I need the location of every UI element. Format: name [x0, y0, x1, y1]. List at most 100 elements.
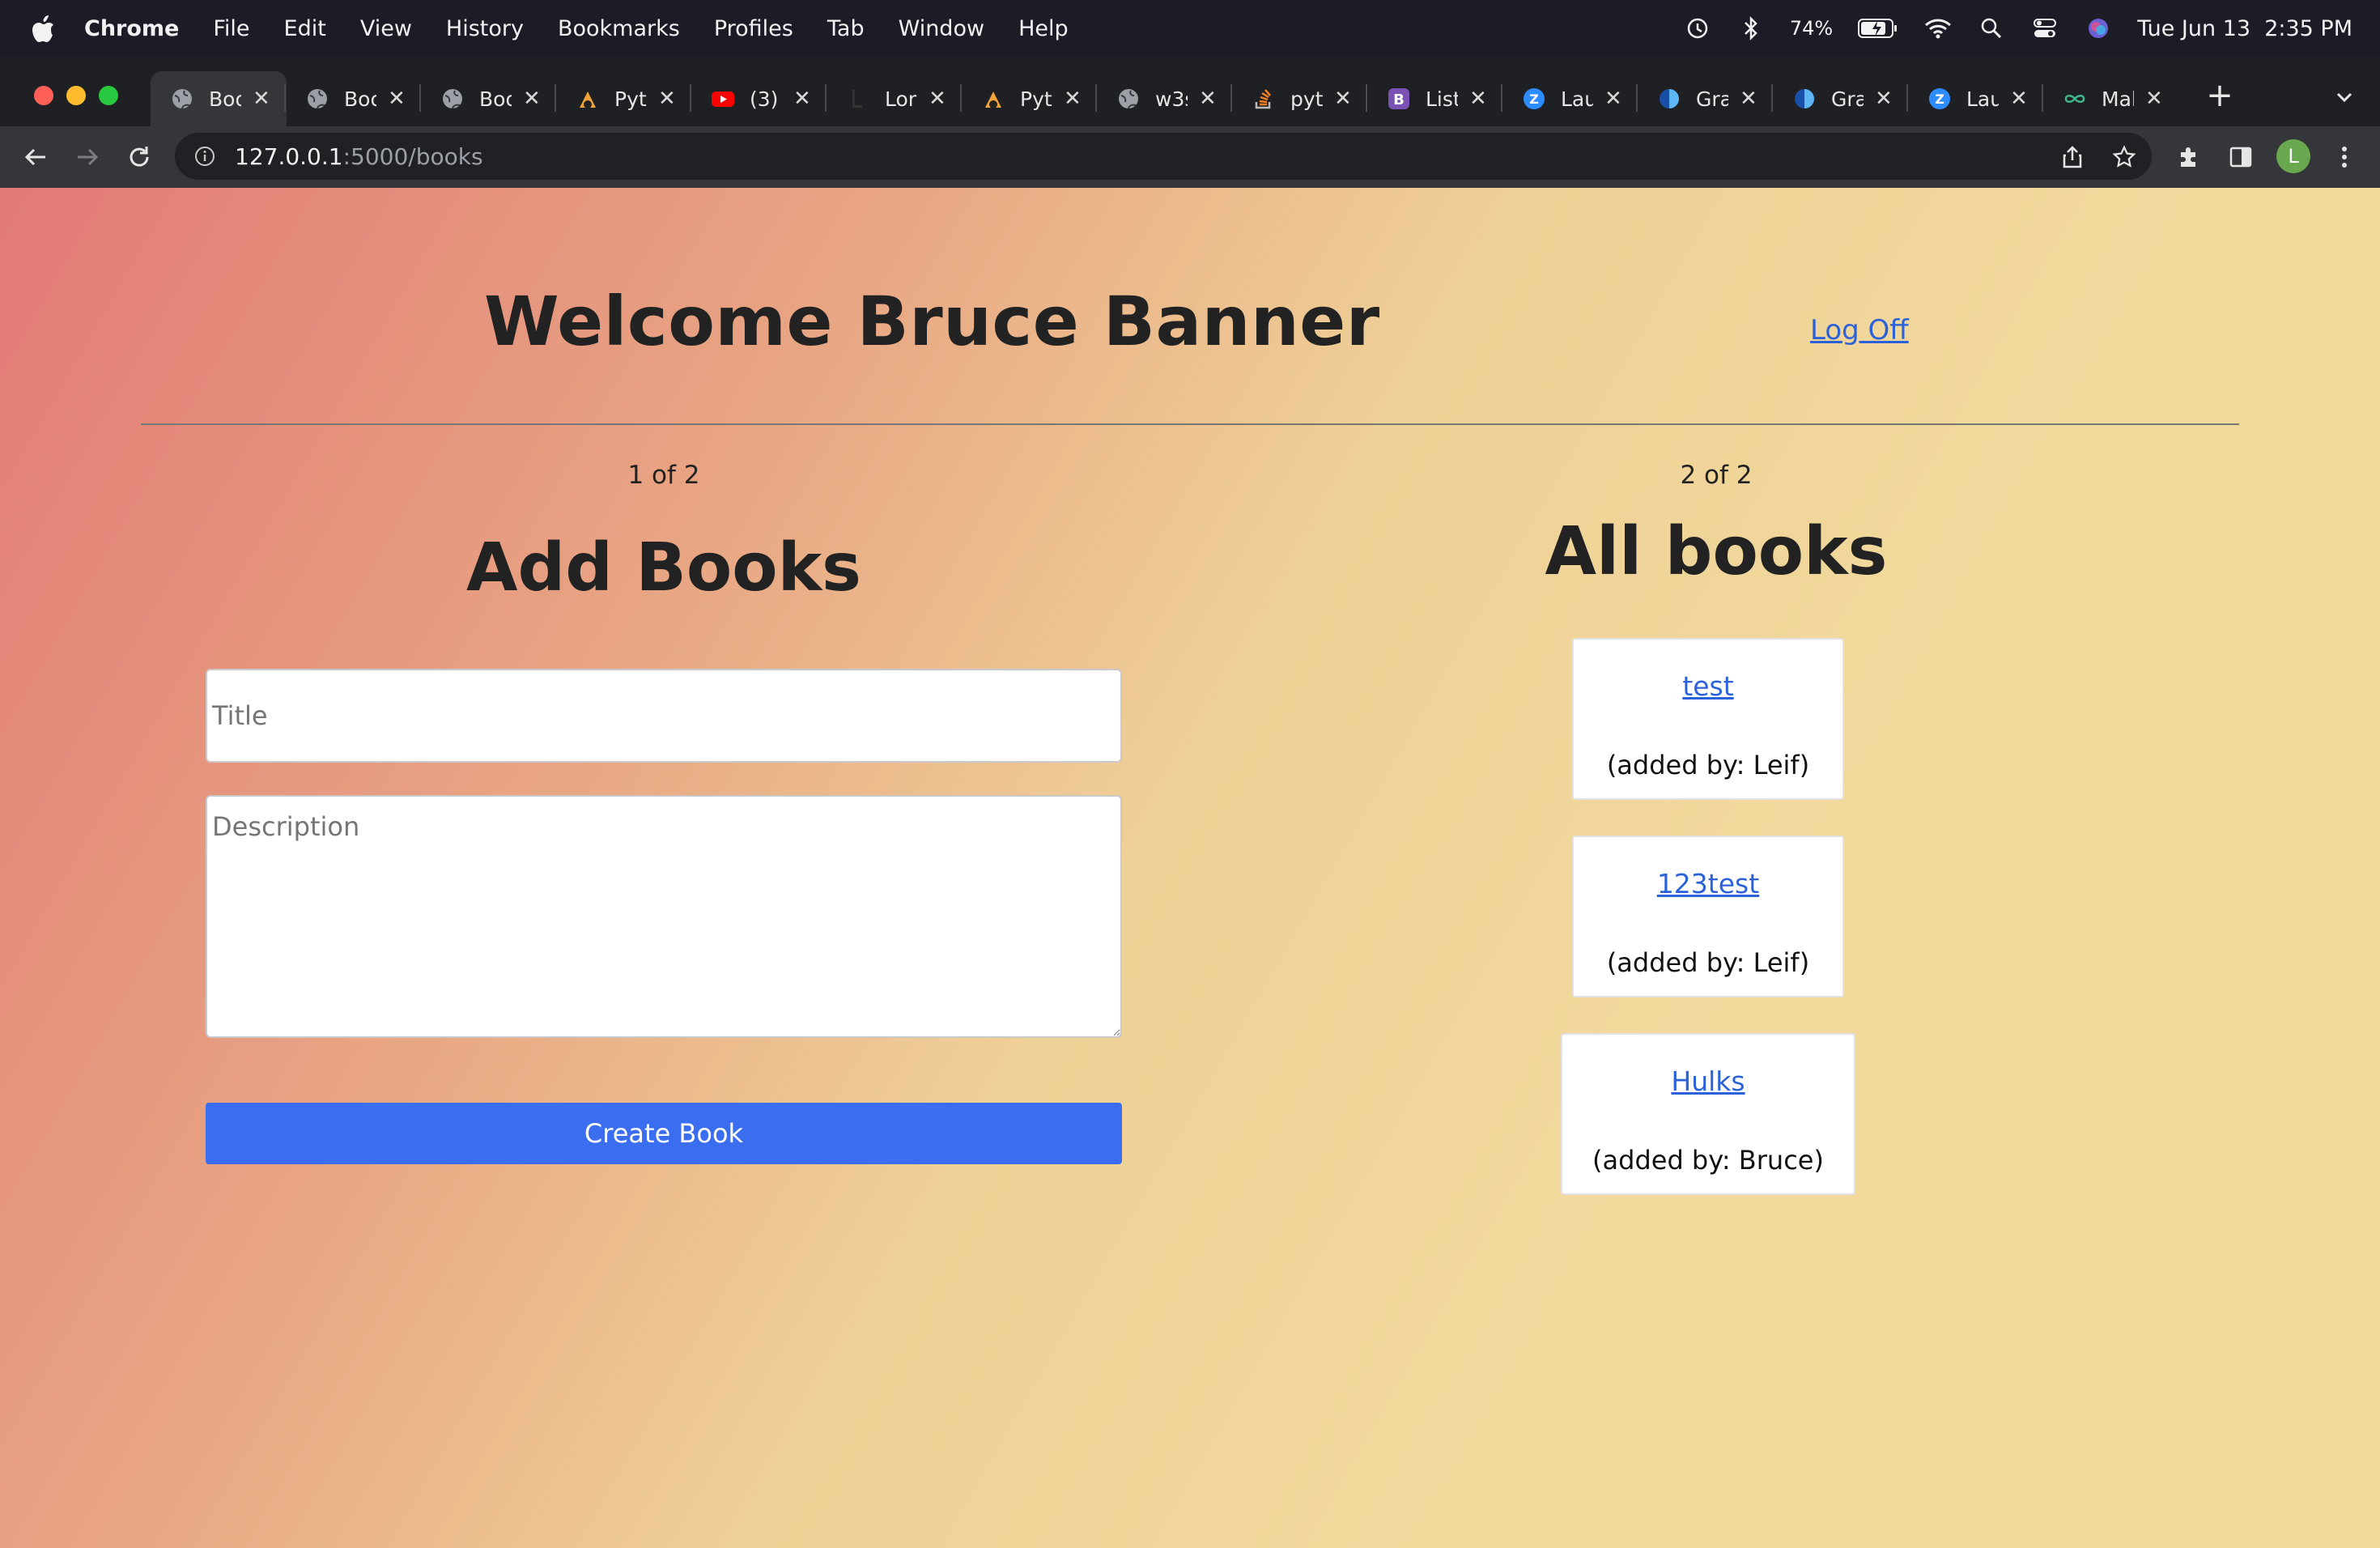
book-added-by: (added by: Leif) [1606, 750, 1810, 780]
tab-close-icon[interactable]: ✕ [2010, 87, 2028, 111]
browser-tab[interactable]: Z Lau ✕ [1908, 71, 2044, 126]
tab-close-icon[interactable]: ✕ [1064, 87, 1082, 111]
menu-help[interactable]: Help [1018, 16, 1069, 41]
browser-tab[interactable]: Mal ✕ [2043, 71, 2179, 126]
menu-app-name[interactable]: Chrome [84, 16, 179, 41]
profile-avatar[interactable]: L [2276, 139, 2310, 173]
browser-tab[interactable]: Boo ✕ [151, 71, 287, 126]
svg-text:B: B [1393, 91, 1405, 108]
chrome-menu-kebab-icon[interactable] [2328, 141, 2361, 173]
tab-title: Lor [885, 87, 917, 111]
back-arrow-icon[interactable] [19, 141, 52, 173]
tab-close-icon[interactable]: ✕ [1604, 87, 1622, 111]
python-icon [981, 87, 1005, 111]
browser-tab[interactable]: Gra ✕ [1773, 71, 1909, 126]
welcome-heading: Welcome Bruce Banner [484, 282, 1380, 361]
url-text[interactable]: 127.0.0.1:5000/books [235, 143, 483, 170]
tab-search-chevron-icon[interactable] [2331, 84, 2357, 110]
browser-tab[interactable]: Pyt ✕ [556, 71, 692, 126]
menu-edit[interactable]: Edit [284, 16, 326, 41]
menu-view[interactable]: View [360, 16, 412, 41]
menubar-status-area: 74% Tue Jun 13 2:35 PM [1683, 0, 2352, 57]
create-book-button[interactable]: Create Book [206, 1103, 1122, 1164]
address-bar[interactable]: 127.0.0.1:5000/books [175, 133, 2152, 180]
menu-tab[interactable]: Tab [827, 16, 865, 41]
book-title-link[interactable]: Hulks [1562, 1065, 1854, 1097]
tab-separator [1366, 84, 1367, 112]
menu-history[interactable]: History [446, 16, 524, 41]
site-info-icon[interactable] [193, 144, 217, 168]
tab-separator [1230, 84, 1232, 112]
menu-bookmarks[interactable]: Bookmarks [558, 16, 680, 41]
new-tab-button[interactable]: + [2202, 77, 2238, 114]
description-textarea[interactable] [206, 795, 1122, 1038]
browser-tab[interactable]: Lor ✕ [827, 71, 963, 126]
book-title-link[interactable]: test [1574, 670, 1842, 702]
time-machine-icon[interactable] [1683, 14, 1712, 43]
wifi-icon[interactable] [1923, 14, 1953, 43]
browser-tab[interactable]: pyt ✕ [1232, 71, 1368, 126]
tab-separator [419, 84, 421, 112]
browser-tab[interactable]: Gra ✕ [1638, 71, 1774, 126]
tab-close-icon[interactable]: ✕ [1334, 87, 1352, 111]
tab-title: pyt [1290, 87, 1323, 111]
url-host: 127.0.0.1 [235, 142, 343, 170]
page-icon [846, 87, 870, 111]
tab-close-icon[interactable]: ✕ [388, 87, 406, 111]
apple-icon[interactable] [28, 12, 60, 45]
browser-tab[interactable]: Boo ✕ [421, 71, 557, 126]
tab-close-icon[interactable]: ✕ [1740, 87, 1757, 111]
browser-tab[interactable]: (3) ✕ [691, 71, 827, 126]
browser-tab[interactable]: Z Lau ✕ [1502, 71, 1638, 126]
window-close-button[interactable] [34, 86, 53, 105]
tab-close-icon[interactable]: ✕ [1469, 87, 1487, 111]
tab-close-icon[interactable]: ✕ [793, 87, 811, 111]
window-zoom-button[interactable] [99, 86, 118, 105]
browser-tab[interactable]: Boo ✕ [286, 71, 422, 126]
browser-tab[interactable]: Pyt ✕ [962, 71, 1098, 126]
globe-icon [1116, 87, 1141, 111]
menu-file[interactable]: File [213, 16, 249, 41]
tab-title: Boo [344, 87, 376, 111]
log-off-link[interactable]: Log Off [1810, 314, 1909, 347]
spotlight-search-icon[interactable] [1977, 14, 2006, 43]
side-panel-icon[interactable] [2225, 141, 2257, 173]
all-books-heading: All books [1545, 513, 1888, 590]
svg-text:Z: Z [1529, 91, 1539, 107]
control-center-icon[interactable] [2030, 14, 2059, 43]
tab-title: Gra [1696, 87, 1728, 111]
reload-icon[interactable] [123, 141, 155, 173]
tab-separator [555, 84, 556, 112]
share-icon[interactable] [2056, 141, 2089, 173]
browser-tab[interactable]: w3s ✕ [1097, 71, 1233, 126]
battery-icon[interactable] [1857, 14, 1899, 43]
book-title-link[interactable]: 123test [1574, 868, 1842, 899]
tab-close-icon[interactable]: ✕ [2145, 87, 2163, 111]
globe-icon [305, 87, 329, 111]
tab-close-icon[interactable]: ✕ [1875, 87, 1893, 111]
right-panel-pager: 2 of 2 [1680, 461, 1753, 490]
forward-arrow-icon[interactable] [71, 141, 104, 173]
tab-close-icon[interactable]: ✕ [929, 87, 946, 111]
clock-datetime[interactable]: Tue Jun 13 2:35 PM [2137, 16, 2352, 41]
extensions-puzzle-icon[interactable] [2173, 141, 2205, 173]
zoom-icon: Z [1927, 87, 1952, 111]
siri-icon[interactable] [2084, 14, 2113, 43]
title-input[interactable] [206, 669, 1122, 763]
left-panel-pager: 1 of 2 [627, 461, 700, 490]
tab-title: Pyt [1020, 87, 1052, 111]
menu-profiles[interactable]: Profiles [714, 16, 793, 41]
tab-title: Mal [2102, 87, 2134, 111]
tab-separator [2042, 84, 2043, 112]
bookmark-star-icon[interactable] [2108, 141, 2140, 173]
bluetooth-icon[interactable] [1736, 14, 1766, 43]
tab-close-icon[interactable]: ✕ [1199, 87, 1217, 111]
window-minimize-button[interactable] [66, 86, 86, 105]
tab-close-icon[interactable]: ✕ [523, 87, 541, 111]
stackoverflow-icon [1252, 87, 1276, 111]
tab-close-icon[interactable]: ✕ [253, 87, 270, 111]
infinity-icon [2063, 87, 2087, 111]
browser-tab[interactable]: B List ✕ [1367, 71, 1503, 126]
menu-window[interactable]: Window [899, 16, 984, 41]
tab-close-icon[interactable]: ✕ [658, 87, 676, 111]
